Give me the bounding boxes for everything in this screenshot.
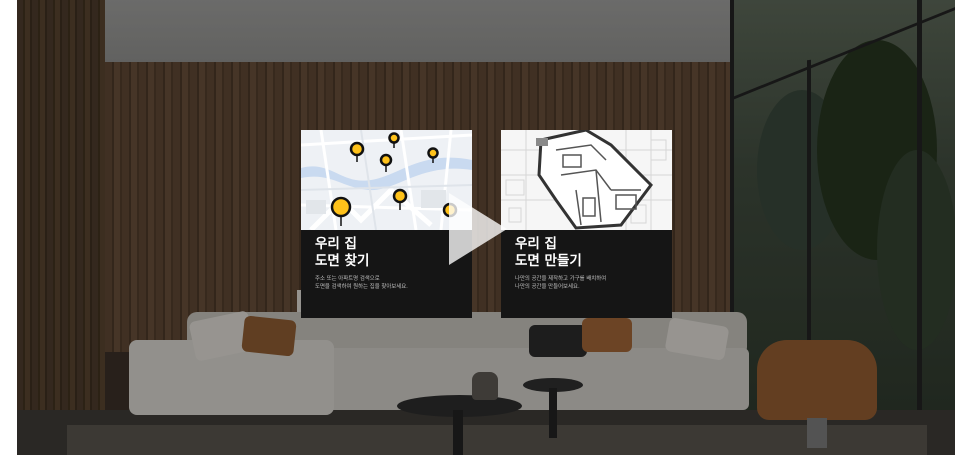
card-description-line1: 주소 또는 아파트명 검색으로 bbox=[315, 276, 380, 282]
play-icon[interactable] bbox=[449, 193, 507, 265]
floor-plan-image bbox=[501, 130, 672, 230]
card-description-line2: 도면을 검색하여 원하는 집을 찾아보세요. bbox=[315, 284, 408, 290]
card-title-line1: 우리 집 bbox=[515, 236, 557, 252]
floor-plan-illustration bbox=[501, 130, 672, 230]
card-title-line2: 도면 만들기 bbox=[515, 253, 582, 269]
card-title-line1: 우리 집 bbox=[315, 236, 357, 252]
card-find-floorplan[interactable]: 우리 집 도면 찾기 주소 또는 아파트명 검색으로 도면을 검색하여 원하는 … bbox=[301, 130, 472, 318]
video-player[interactable]: 우리 집 도면 찾기 주소 또는 아파트명 검색으로 도면을 검색하여 원하는 … bbox=[17, 0, 955, 455]
card-body: 우리 집 도면 만들기 나만의 공간을 제작하고 가구를 배치하여 나만의 공간… bbox=[501, 230, 672, 318]
card-description-line1: 나만의 공간을 제작하고 가구를 배치하여 bbox=[515, 276, 607, 282]
map-with-pins-image bbox=[301, 130, 472, 230]
card-body: 우리 집 도면 찾기 주소 또는 아파트명 검색으로 도면을 검색하여 원하는 … bbox=[301, 230, 472, 318]
card-make-floorplan[interactable]: 우리 집 도면 만들기 나만의 공간을 제작하고 가구를 배치하여 나만의 공간… bbox=[501, 130, 672, 318]
card-description-line2: 나만의 공간을 만들어보세요. bbox=[515, 284, 580, 290]
card-title-line2: 도면 찾기 bbox=[315, 253, 370, 269]
map-illustration bbox=[301, 130, 472, 230]
